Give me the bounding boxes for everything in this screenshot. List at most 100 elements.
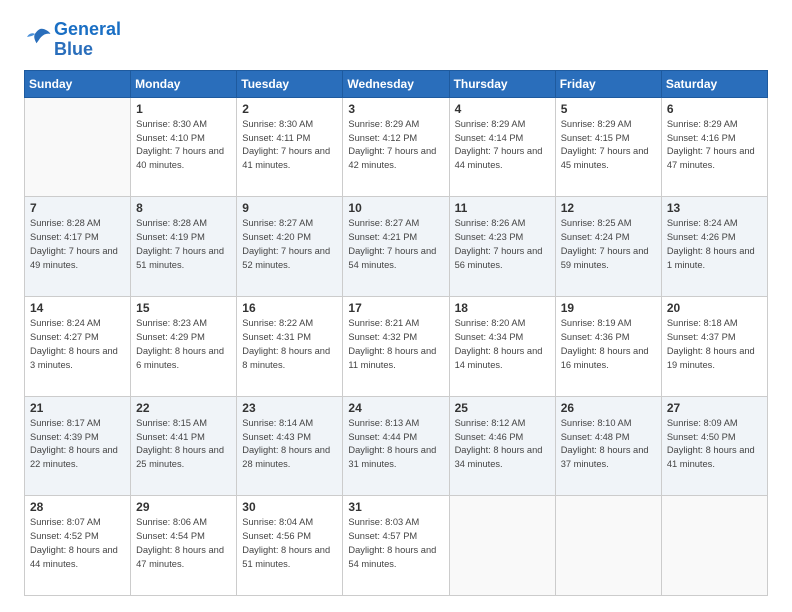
day-number: 6 [667,102,762,116]
calendar-day-cell: 19Sunrise: 8:19 AMSunset: 4:36 PMDayligh… [555,296,661,396]
day-number: 3 [348,102,443,116]
day-number: 2 [242,102,337,116]
calendar-day-cell: 12Sunrise: 8:25 AMSunset: 4:24 PMDayligh… [555,197,661,297]
day-detail: Sunrise: 8:29 AMSunset: 4:12 PMDaylight:… [348,118,443,174]
calendar-day-cell: 3 Sunrise: 8:29 AMSunset: 4:12 PMDaylight… [343,97,449,197]
calendar-day-cell: 22 Sunrise: 8:15 AMSunset: 4:41 PMDayligh… [131,396,237,496]
day-number: 17 [348,301,443,315]
day-detail: Sunrise: 8:09 AMSunset: 4:50 PMDaylight:… [667,417,762,473]
logo-text: General Blue [54,20,121,60]
day-number: 18 [455,301,550,315]
day-number: 7 [30,201,125,215]
day-detail: Sunrise: 8:06 AMSunset: 4:54 PMDaylight:… [136,516,231,572]
calendar-header-cell: Sunday [25,70,131,97]
day-number: 1 [136,102,231,116]
day-number: 22 [136,401,231,415]
calendar-day-cell [449,496,555,596]
calendar-day-cell [25,97,131,197]
day-detail: Sunrise: 8:22 AMSunset: 4:31 PMDaylight:… [242,317,337,373]
calendar-header-cell: Saturday [661,70,767,97]
calendar-day-cell: 21 Sunrise: 8:17 AMSunset: 4:39 PMDayligh… [25,396,131,496]
day-detail: Sunrise: 8:14 AMSunset: 4:43 PMDaylight:… [242,417,337,473]
day-detail: Sunrise: 8:07 AMSunset: 4:52 PMDaylight:… [30,516,125,572]
calendar-day-cell [555,496,661,596]
calendar-day-cell: 13 Sunrise: 8:24 AMSunset: 4:26 PMDayligh… [661,197,767,297]
day-detail: Sunrise: 8:30 AMSunset: 4:10 PMDaylight:… [136,118,231,174]
header: General Blue [24,20,768,60]
day-number: 16 [242,301,337,315]
day-detail: Sunrise: 8:20 AMSunset: 4:34 PMDaylight:… [455,317,550,373]
day-number: 5 [561,102,656,116]
day-detail: Sunrise: 8:10 AMSunset: 4:48 PMDaylight:… [561,417,656,473]
calendar-day-cell: 9Sunrise: 8:27 AMSunset: 4:20 PMDaylight… [237,197,343,297]
day-detail: Sunrise: 8:23 AMSunset: 4:29 PMDaylight:… [136,317,231,373]
day-number: 27 [667,401,762,415]
calendar-header-cell: Friday [555,70,661,97]
day-number: 21 [30,401,125,415]
day-detail: Sunrise: 8:24 AMSunset: 4:26 PMDaylight:… [667,217,762,273]
calendar-day-cell: 1 Sunrise: 8:30 AMSunset: 4:10 PMDaylight… [131,97,237,197]
day-detail: Sunrise: 8:25 AMSunset: 4:24 PMDaylight:… [561,217,656,273]
day-number: 20 [667,301,762,315]
day-number: 31 [348,500,443,514]
calendar-day-cell: 14 Sunrise: 8:24 AMSunset: 4:27 PMDayligh… [25,296,131,396]
calendar-week-row: 21 Sunrise: 8:17 AMSunset: 4:39 PMDayligh… [25,396,768,496]
calendar-header-cell: Monday [131,70,237,97]
calendar-day-cell: 29Sunrise: 8:06 AMSunset: 4:54 PMDayligh… [131,496,237,596]
calendar-day-cell: 6 Sunrise: 8:29 AMSunset: 4:16 PMDaylight… [661,97,767,197]
day-number: 4 [455,102,550,116]
calendar-week-row: 14 Sunrise: 8:24 AMSunset: 4:27 PMDayligh… [25,296,768,396]
calendar-day-cell: 4 Sunrise: 8:29 AMSunset: 4:14 PMDaylight… [449,97,555,197]
calendar-header-cell: Thursday [449,70,555,97]
day-number: 10 [348,201,443,215]
calendar-day-cell: 30 Sunrise: 8:04 AMSunset: 4:56 PMDayligh… [237,496,343,596]
day-number: 11 [455,201,550,215]
logo-bird-icon [24,26,52,48]
calendar-header-cell: Tuesday [237,70,343,97]
calendar-day-cell: 18 Sunrise: 8:20 AMSunset: 4:34 PMDayligh… [449,296,555,396]
page: General Blue SundayMondayTuesdayWednesda… [0,0,792,612]
calendar-day-cell: 24Sunrise: 8:13 AMSunset: 4:44 PMDayligh… [343,396,449,496]
calendar-day-cell: 26Sunrise: 8:10 AMSunset: 4:48 PMDayligh… [555,396,661,496]
calendar-day-cell [661,496,767,596]
day-detail: Sunrise: 8:28 AMSunset: 4:17 PMDaylight:… [30,217,125,273]
calendar-week-row: 7 Sunrise: 8:28 AMSunset: 4:17 PMDaylight… [25,197,768,297]
calendar-table: SundayMondayTuesdayWednesdayThursdayFrid… [24,70,768,596]
calendar-day-cell: 28 Sunrise: 8:07 AMSunset: 4:52 PMDayligh… [25,496,131,596]
calendar-day-cell: 25 Sunrise: 8:12 AMSunset: 4:46 PMDayligh… [449,396,555,496]
calendar-header-cell: Wednesday [343,70,449,97]
calendar-day-cell: 20 Sunrise: 8:18 AMSunset: 4:37 PMDayligh… [661,296,767,396]
day-detail: Sunrise: 8:18 AMSunset: 4:37 PMDaylight:… [667,317,762,373]
day-number: 23 [242,401,337,415]
day-detail: Sunrise: 8:29 AMSunset: 4:16 PMDaylight:… [667,118,762,174]
calendar-day-cell: 2 Sunrise: 8:30 AMSunset: 4:11 PMDaylight… [237,97,343,197]
day-detail: Sunrise: 8:12 AMSunset: 4:46 PMDaylight:… [455,417,550,473]
day-number: 14 [30,301,125,315]
calendar-day-cell: 23 Sunrise: 8:14 AMSunset: 4:43 PMDayligh… [237,396,343,496]
calendar-day-cell: 8Sunrise: 8:28 AMSunset: 4:19 PMDaylight… [131,197,237,297]
day-number: 30 [242,500,337,514]
day-number: 24 [348,401,443,415]
calendar-day-cell: 15Sunrise: 8:23 AMSunset: 4:29 PMDayligh… [131,296,237,396]
day-number: 28 [30,500,125,514]
day-number: 25 [455,401,550,415]
day-detail: Sunrise: 8:30 AMSunset: 4:11 PMDaylight:… [242,118,337,174]
day-detail: Sunrise: 8:17 AMSunset: 4:39 PMDaylight:… [30,417,125,473]
calendar-day-cell: 17 Sunrise: 8:21 AMSunset: 4:32 PMDayligh… [343,296,449,396]
day-number: 19 [561,301,656,315]
day-detail: Sunrise: 8:26 AMSunset: 4:23 PMDaylight:… [455,217,550,273]
calendar-week-row: 1 Sunrise: 8:30 AMSunset: 4:10 PMDaylight… [25,97,768,197]
calendar-day-cell: 27 Sunrise: 8:09 AMSunset: 4:50 PMDayligh… [661,396,767,496]
day-detail: Sunrise: 8:15 AMSunset: 4:41 PMDaylight:… [136,417,231,473]
calendar-day-cell: 5 Sunrise: 8:29 AMSunset: 4:15 PMDaylight… [555,97,661,197]
calendar-day-cell: 16 Sunrise: 8:22 AMSunset: 4:31 PMDayligh… [237,296,343,396]
calendar-day-cell: 7 Sunrise: 8:28 AMSunset: 4:17 PMDaylight… [25,197,131,297]
day-detail: Sunrise: 8:29 AMSunset: 4:14 PMDaylight:… [455,118,550,174]
day-detail: Sunrise: 8:29 AMSunset: 4:15 PMDaylight:… [561,118,656,174]
calendar-day-cell: 11 Sunrise: 8:26 AMSunset: 4:23 PMDayligh… [449,197,555,297]
day-detail: Sunrise: 8:24 AMSunset: 4:27 PMDaylight:… [30,317,125,373]
day-detail: Sunrise: 8:03 AMSunset: 4:57 PMDaylight:… [348,516,443,572]
day-detail: Sunrise: 8:21 AMSunset: 4:32 PMDaylight:… [348,317,443,373]
day-number: 13 [667,201,762,215]
day-detail: Sunrise: 8:04 AMSunset: 4:56 PMDaylight:… [242,516,337,572]
